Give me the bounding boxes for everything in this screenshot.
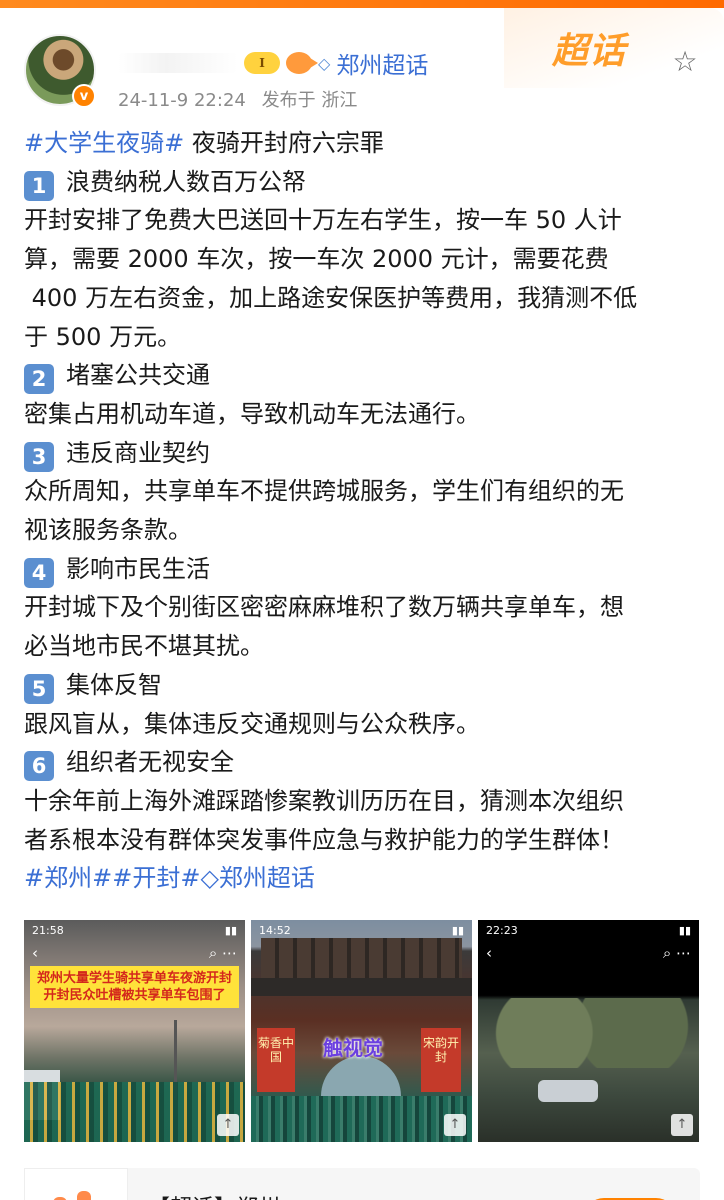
post-card: v I ◇ 郑州超话 24-11-9 22:24 发布于 浙江 超话 ☆ #大学…: [0, 8, 724, 1200]
photo-time: 14:52: [259, 924, 291, 937]
photo-time: 22:23: [486, 924, 518, 937]
expand-icon: ↑: [444, 1114, 466, 1136]
hashtag-link[interactable]: #大学生夜骑#: [24, 129, 184, 157]
diamond-icon: ◇: [200, 864, 219, 893]
item-heading: 2 堵塞公共交通: [24, 356, 704, 395]
fan-badge-icon[interactable]: [286, 52, 318, 74]
item-title: 影响市民生活: [66, 554, 210, 583]
item-title: 浪费纳税人数百万公帑: [66, 167, 306, 196]
item-text-line: 开封安排了免费大巴送回十万左右学生，按一车 50 人计: [24, 206, 622, 235]
photo-thumbnail[interactable]: 22:23 ▮▮ ‹ ⌕ ⋯ ↑: [478, 920, 699, 1142]
verified-icon: v: [72, 84, 96, 108]
banner-left: 菊香中国: [257, 1028, 295, 1092]
photo-nav: ‹ ⌕ ⋯: [478, 942, 699, 966]
author-name-redacted[interactable]: [118, 53, 238, 73]
photo-status-bar: 21:58 ▮▮: [32, 924, 237, 937]
item-title: 违反商业契约: [66, 438, 210, 467]
item-heading: 6 组织者无视安全: [24, 743, 704, 782]
item-title: 集体反智: [66, 670, 162, 699]
watermark: 触视觉: [323, 1036, 383, 1060]
item-text-line: 众所周知，共享单车不提供跨城服务，学生们有组织的无: [24, 477, 624, 506]
bikes-pile: [251, 1096, 472, 1142]
item-text-line: 视该服务条款。: [24, 516, 192, 545]
item-text-line: 必当地市民不堪其扰。: [24, 632, 264, 661]
number-2-icon: 2: [24, 364, 54, 395]
star-outline-icon[interactable]: ☆: [668, 44, 702, 78]
number-1-icon: 1: [24, 170, 54, 201]
topic-card-title[interactable]: 【超话】郑州: [148, 1190, 280, 1200]
photo-status-bar: 22:23 ▮▮: [486, 924, 691, 937]
chaohua-logo: 超话: [552, 30, 627, 71]
post-title-line: #大学生夜骑# 夜骑开封府六宗罪: [24, 124, 704, 163]
item-text-line: 开封城下及个别街区密密麻麻堆积了数万辆共享单车，想: [24, 593, 624, 622]
photo-thumbnail[interactable]: 21:58 ▮▮ ‹ ⌕ ⋯ 郑州大量学生骑共享单车夜游开封开封民众吐槽被共享单车包…: [24, 920, 245, 1142]
photo-time: 21:58: [32, 924, 64, 937]
back-arrow-icon: ‹: [32, 944, 38, 962]
item-text-line: 十余年前上海外滩踩踏惨案教训历历在目，猜测本次组织: [24, 786, 624, 815]
item-title: 组织者无视安全: [66, 748, 234, 777]
diamond-icon: ◇: [318, 53, 331, 73]
back-arrow-icon: ‹: [486, 944, 492, 962]
post-meta: 24-11-9 22:24 发布于 浙江: [118, 86, 357, 112]
crown-level-badge-icon[interactable]: I: [244, 52, 280, 74]
post-body: #大学生夜骑# 夜骑开封府六宗罪 1 浪费纳税人数百万公帑 开封安排了免费大巴送回…: [24, 124, 704, 898]
expand-icon: ↑: [671, 1114, 693, 1136]
post-location: 发布于 浙江: [261, 90, 358, 111]
item-text-line: 算，需要 2000 车次，按一车次 2000 元计，需要花费: [24, 245, 609, 274]
number-6-icon: 6: [24, 751, 54, 782]
photo-caption: 郑州大量学生骑共享单车夜游开封开封民众吐槽被共享单车包围了: [30, 966, 239, 1008]
item-heading: 4 影响市民生活: [24, 550, 704, 589]
topic-thumbnail: [24, 1168, 128, 1200]
banner-right: 宋韵开封: [421, 1028, 461, 1092]
trees-shape: [478, 998, 699, 1068]
bikes-pile: [24, 1082, 245, 1142]
item-text-line: 于 500 万元。: [24, 322, 182, 351]
search-icon: ⌕ ⋯: [662, 944, 691, 962]
post-date: 24-11-9 22:24: [118, 90, 246, 111]
item-text-line: 跟风盲从，集体违反交通规则与公众秩序。: [24, 709, 480, 738]
item-text-line: 密集占用机动车道，导致机动车无法通行。: [24, 399, 480, 428]
super-topic-link[interactable]: 郑州超话: [219, 864, 315, 892]
item-text-line: 者系根本没有群体突发事件应急与救护能力的学生群体！: [24, 825, 624, 854]
number-3-icon: 3: [24, 441, 54, 472]
car-shape: [538, 1080, 598, 1102]
search-icon: ⌕ ⋯: [208, 944, 237, 962]
expand-icon: ↑: [217, 1114, 239, 1136]
footer-tags: #郑州##开封#◇郑州超话: [24, 859, 704, 898]
number-4-icon: 4: [24, 557, 54, 588]
super-topic-link[interactable]: 郑州超话: [336, 46, 428, 80]
photo-nav: ‹ ⌕ ⋯: [24, 942, 245, 966]
hashtag-link[interactable]: #开封#: [112, 864, 200, 892]
item-heading: 5 集体反智: [24, 666, 704, 705]
hashtag-link[interactable]: #郑州#: [24, 864, 112, 892]
item-heading: 1 浪费纳税人数百万公帑: [24, 163, 704, 202]
gate-roof: [251, 978, 472, 996]
author-row: I ◇ 郑州超话: [118, 46, 428, 80]
photo-grid: 21:58 ▮▮ ‹ ⌕ ⋯ 郑州大量学生骑共享单车夜游开封开封民众吐槽被共享单车包…: [24, 920, 700, 1142]
item-title: 堵塞公共交通: [66, 361, 210, 390]
item-heading: 3 违反商业契约: [24, 434, 704, 473]
post-title: 夜骑开封府六宗罪: [184, 129, 384, 157]
super-topic-card[interactable]: 【超话】郑州: [24, 1168, 700, 1200]
item-text-line: 400 万左右资金，加上路途安保医护等费用，我猜测不低: [24, 283, 638, 312]
number-5-icon: 5: [24, 673, 54, 704]
photo-thumbnail[interactable]: 14:52 ▮▮ 菊香中国 宋韵开封 触视觉 ↑: [251, 920, 472, 1142]
top-accent-strip: [0, 0, 724, 8]
